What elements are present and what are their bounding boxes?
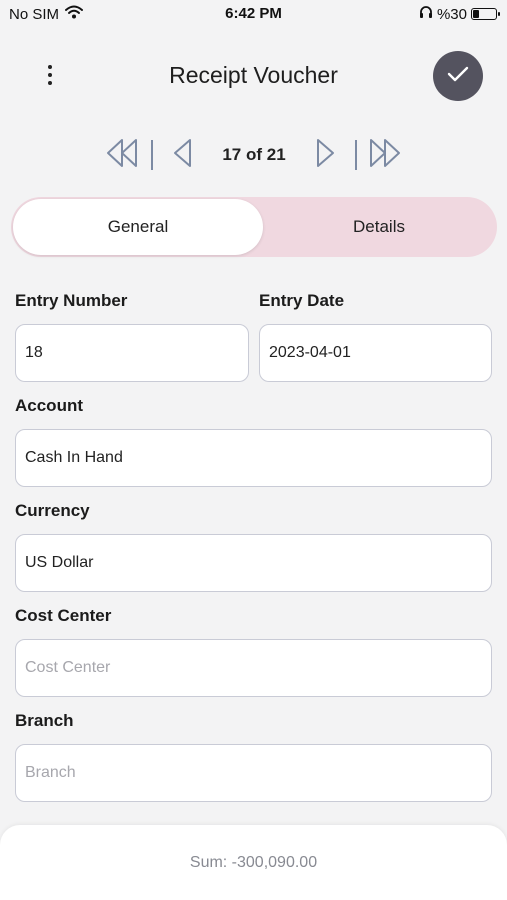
double-chevron-left-icon [105,137,139,174]
header: Receipt Voucher [0,48,507,104]
pager-divider [151,140,153,170]
entry-number-label: Entry Number [15,291,128,310]
check-icon [447,65,469,88]
sum-text: Sum: -300,090.00 [189,854,318,871]
entry-date-label: Entry Date [259,291,345,310]
record-count: 17 of 21 [222,145,286,164]
tab-details[interactable]: Details [263,199,495,255]
status-bar: No SIM 6:42 PM %30 [0,0,507,28]
summary-footer: Sum: -300,090.00 [0,825,507,900]
chevron-left-icon [170,137,194,174]
battery-text: %30 [436,5,467,23]
account-label: Account [15,396,83,415]
segmented-tabs: General Details [11,197,497,257]
record-pager: 17 of 21 [0,136,507,176]
tab-general[interactable]: General [13,199,263,255]
status-right: %30 [419,5,500,23]
branch-label: Branch [15,711,74,730]
next-record-button[interactable] [307,136,345,174]
entry-date-field[interactable] [259,324,492,382]
pager-divider [355,140,357,170]
account-field[interactable] [15,429,492,487]
branch-field[interactable] [15,744,492,802]
currency-field[interactable] [15,534,492,592]
page-title: Receipt Voucher [169,62,338,88]
previous-record-button[interactable] [163,136,201,174]
first-record-button[interactable] [103,136,141,174]
currency-label: Currency [15,501,90,520]
chevron-right-icon [314,137,338,174]
double-chevron-right-icon [368,137,402,174]
entry-number-field[interactable] [15,324,249,382]
headphones-icon [419,5,433,23]
last-record-button[interactable] [366,136,404,174]
battery-icon [471,8,500,20]
save-button[interactable] [433,51,483,101]
cost-center-field[interactable] [15,639,492,697]
cost-center-label: Cost Center [15,606,112,625]
